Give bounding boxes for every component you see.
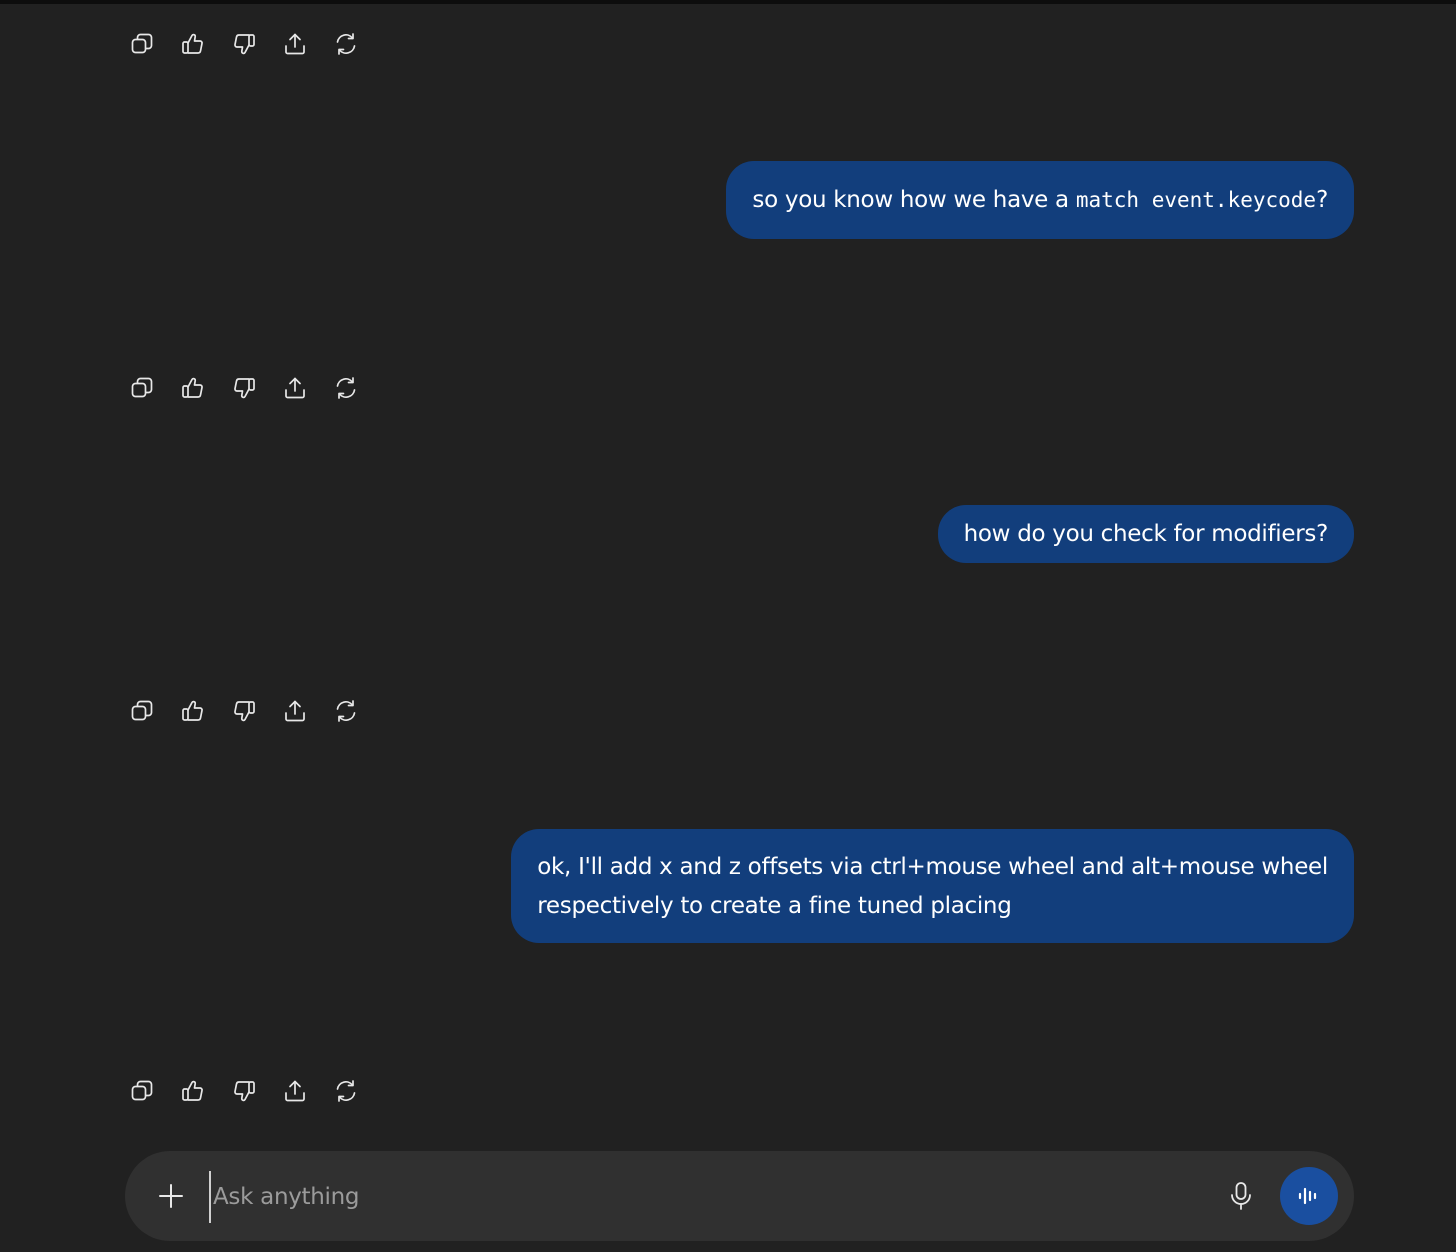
add-attachment-button[interactable]	[153, 1178, 189, 1214]
thumbs-up-icon	[182, 700, 203, 721]
user-message: how do you check for modifiers?	[937, 505, 1354, 563]
copy-icon	[131, 1080, 153, 1101]
regenerate-button[interactable]	[328, 693, 364, 729]
dictate-button[interactable]	[1223, 1178, 1259, 1214]
voice-waveform-icon	[1298, 1187, 1317, 1205]
message-actions	[124, 1073, 364, 1109]
prompt-input[interactable]	[209, 1171, 1215, 1223]
copy-icon	[131, 700, 153, 721]
message-actions	[124, 693, 364, 729]
message-text: how do you check for modifiers?	[963, 520, 1329, 547]
bad-response-button[interactable]	[226, 370, 262, 406]
share-icon	[285, 33, 305, 55]
copy-button[interactable]	[124, 370, 160, 406]
share-button[interactable]	[277, 693, 313, 729]
regenerate-button[interactable]	[328, 26, 364, 62]
good-response-button[interactable]	[175, 26, 211, 62]
message-text-line: ok, I'll add x and z offsets via ctrl+mo…	[537, 854, 1328, 880]
thumbs-up-icon	[182, 33, 203, 54]
regenerate-icon	[336, 377, 356, 399]
message-actions	[124, 26, 364, 62]
message-actions	[124, 370, 364, 406]
copy-icon	[131, 377, 153, 398]
regenerate-icon	[336, 1080, 356, 1102]
share-icon	[285, 1080, 305, 1102]
thumbs-down-icon	[234, 701, 255, 722]
copy-icon	[131, 33, 153, 54]
inline-code: match event.keycode	[1075, 187, 1317, 212]
thumbs-up-icon	[182, 377, 203, 398]
regenerate-icon	[336, 33, 356, 55]
user-message: ok, I'll add x and z offsets via ctrl+mo…	[511, 829, 1354, 943]
share-icon	[285, 377, 305, 399]
good-response-button[interactable]	[175, 370, 211, 406]
thumbs-down-icon	[234, 378, 255, 399]
copy-button[interactable]	[124, 1073, 160, 1109]
composer	[125, 1151, 1354, 1241]
bad-response-button[interactable]	[226, 693, 262, 729]
share-button[interactable]	[277, 26, 313, 62]
message-text-end: ?	[1316, 186, 1328, 213]
thumbs-up-icon	[182, 1080, 203, 1101]
thumbs-down-icon	[234, 1081, 255, 1102]
good-response-button[interactable]	[175, 693, 211, 729]
regenerate-icon	[336, 700, 356, 722]
share-button[interactable]	[277, 370, 313, 406]
voice-mode-button[interactable]	[1280, 1167, 1338, 1225]
regenerate-button[interactable]	[328, 1073, 364, 1109]
user-message: so you know how we have a match event.ke…	[726, 161, 1354, 239]
copy-button[interactable]	[124, 693, 160, 729]
bad-response-button[interactable]	[226, 1073, 262, 1109]
message-text-line: respectively to create a fine tuned plac…	[537, 893, 1012, 919]
message-text: so you know how we have a	[752, 186, 1069, 213]
good-response-button[interactable]	[175, 1073, 211, 1109]
microphone-icon	[1231, 1182, 1251, 1210]
share-button[interactable]	[277, 1073, 313, 1109]
plus-icon	[159, 1184, 183, 1208]
copy-button[interactable]	[124, 26, 160, 62]
bad-response-button[interactable]	[226, 26, 262, 62]
top-border	[0, 0, 1456, 4]
regenerate-button[interactable]	[328, 370, 364, 406]
thumbs-down-icon	[234, 34, 255, 55]
share-icon	[285, 700, 305, 722]
